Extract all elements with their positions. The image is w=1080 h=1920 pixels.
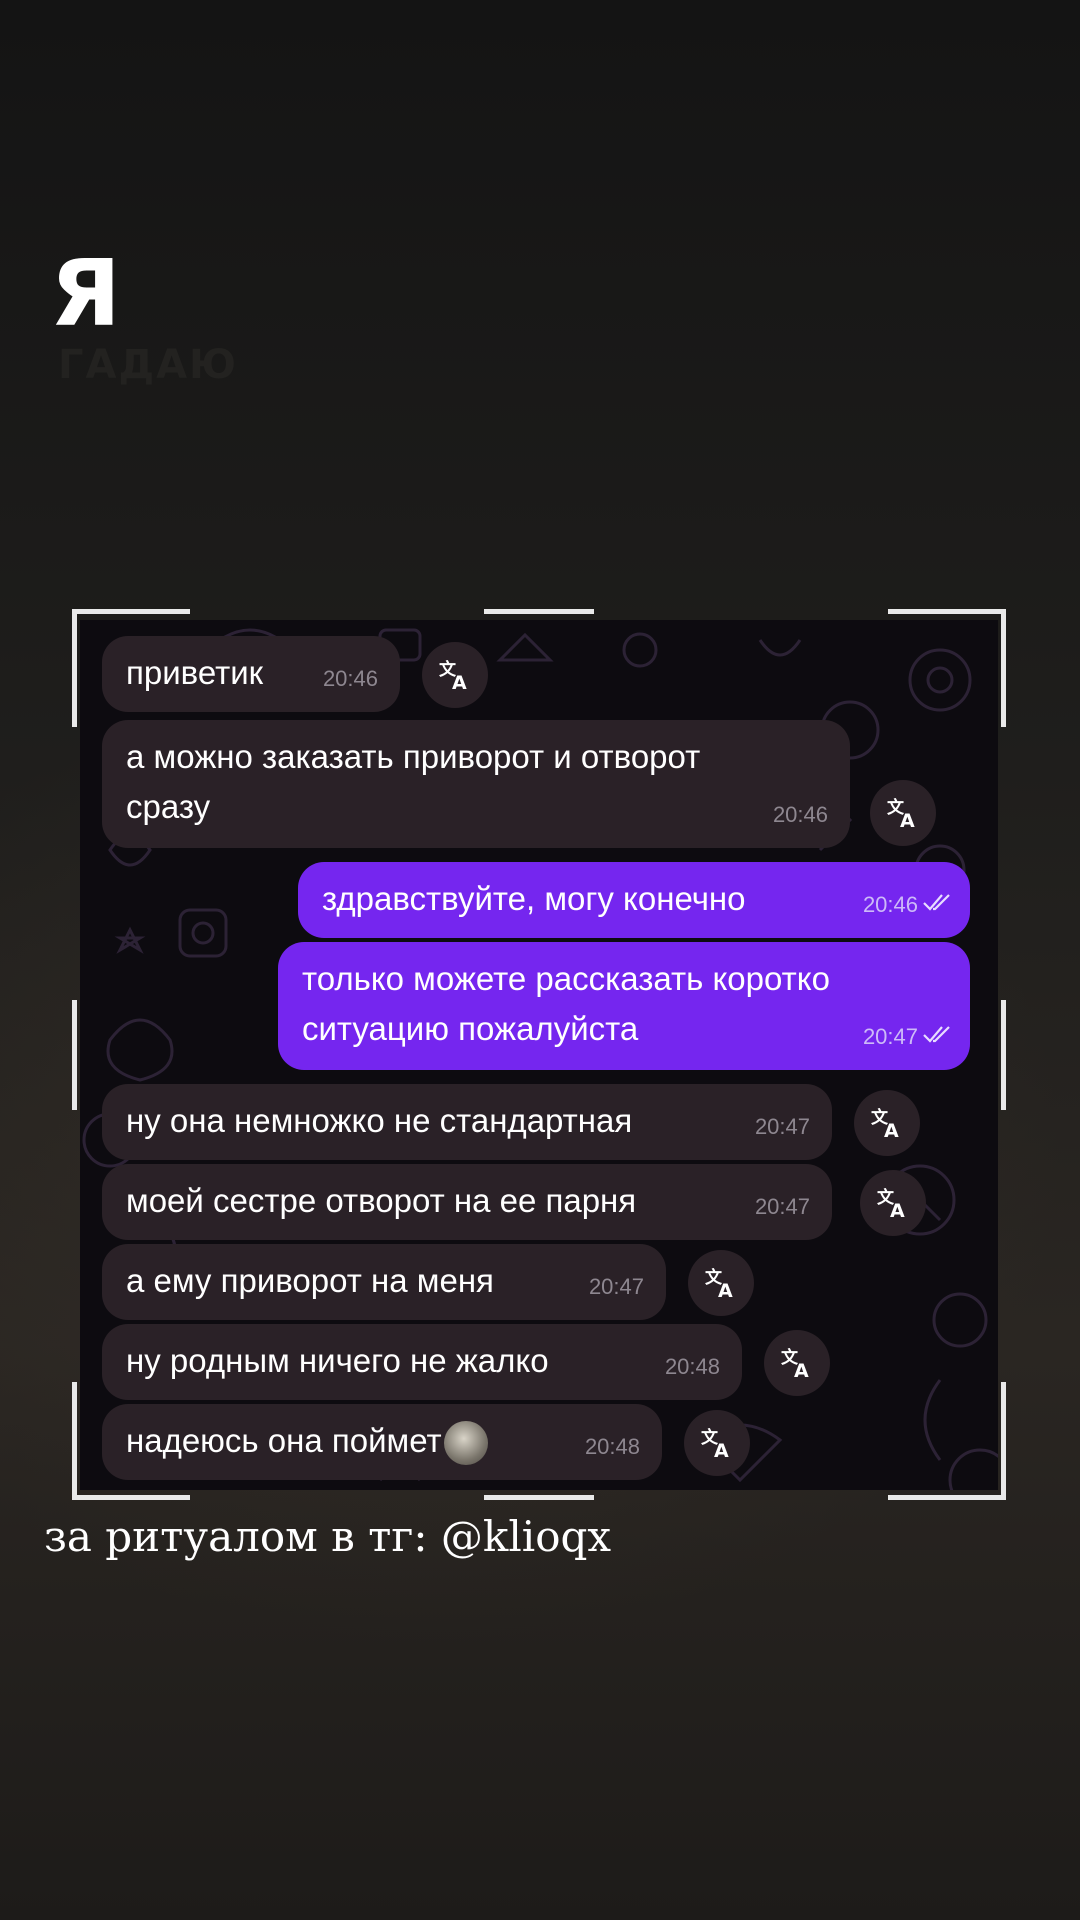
svg-text:A: A	[714, 1440, 729, 1460]
svg-text:A: A	[900, 810, 915, 830]
message-text: ну родным ничего не жалко	[126, 1342, 549, 1379]
frame-corner-tr-v	[1001, 609, 1006, 727]
caption-text: за ритуалом в тг: @klioqx	[44, 1512, 612, 1561]
sticker-emoji-icon	[443, 1421, 488, 1466]
svg-text:A: A	[718, 1280, 733, 1300]
translate-icon: 文A	[438, 658, 472, 692]
message-time: 20:46	[862, 892, 918, 917]
frame-mid-right	[1001, 1000, 1006, 1110]
translate-button[interactable]: 文A	[870, 780, 936, 846]
svg-text:A: A	[452, 672, 467, 692]
translate-button[interactable]: 文A	[688, 1250, 754, 1316]
frame-mid-bottom	[484, 1495, 594, 1500]
message-text: надеюсь она поймет	[126, 1416, 638, 1466]
svg-text:A: A	[890, 1200, 905, 1220]
svg-text:A: A	[884, 1120, 899, 1140]
translate-button[interactable]: 文A	[854, 1090, 920, 1156]
frame-corner-tl-v	[72, 609, 77, 727]
frame-mid-top	[484, 609, 594, 614]
incoming-message-bubble[interactable]: приветик 20:46	[102, 636, 400, 712]
message-text: моей сестре отворот на ее парня	[126, 1182, 637, 1219]
outgoing-message-bubble[interactable]: здравствуйте, могу конечно 20:46	[298, 862, 970, 938]
message-time: 20:47	[588, 1274, 644, 1299]
message-time: 20:47	[754, 1194, 810, 1219]
frame-corner-bl-h	[72, 1495, 190, 1500]
message-time: 20:46	[772, 802, 828, 827]
translate-button[interactable]: 文A	[860, 1170, 926, 1236]
outgoing-message-bubble[interactable]: только можете рассказать коротко ситуацию…	[278, 942, 970, 1070]
double-check-icon	[922, 876, 954, 926]
message-text: сразу	[126, 788, 211, 825]
incoming-message-bubble[interactable]: а ему приворот на меня 20:47	[102, 1244, 666, 1320]
message-text: а ему приворот на меня	[126, 1262, 494, 1299]
translate-icon: 文A	[886, 796, 920, 830]
title-letter: Я	[50, 240, 121, 347]
double-check-icon	[922, 1008, 954, 1058]
incoming-message-bubble[interactable]: ну родным ничего не жалко 20:48	[102, 1324, 742, 1400]
chat-screenshot: приветик 20:46 文 A а можно заказать приворот…	[80, 620, 998, 1490]
incoming-message-bubble[interactable]: а можно заказать приворот и отворот сразу…	[102, 720, 850, 848]
message-text: ситуацию пожалуйста	[302, 1010, 639, 1047]
message-text: здравствуйте, могу конечно	[322, 880, 746, 917]
message-text: только можете рассказать коротко	[302, 960, 830, 997]
frame-corner-tl-h	[72, 609, 190, 614]
incoming-message-bubble[interactable]: моей сестре отворот на ее парня 20:47	[102, 1164, 832, 1240]
message-time: 20:47	[754, 1114, 810, 1139]
translate-icon: 文A	[876, 1186, 910, 1220]
frame-corner-bl-v	[72, 1382, 77, 1500]
incoming-message-bubble[interactable]: надеюсь она поймет 20:48	[102, 1404, 662, 1480]
frame-mid-left	[72, 1000, 77, 1110]
translate-icon: 文A	[870, 1106, 904, 1140]
svg-text:A: A	[794, 1360, 809, 1380]
message-time: 20:46	[322, 666, 378, 691]
frame-corner-tr-h	[888, 609, 1006, 614]
message-text: а можно заказать приворот и отворот	[126, 738, 701, 775]
translate-icon: 文A	[704, 1266, 738, 1300]
title-ghost-text: ГАДАЮ	[58, 342, 238, 388]
translate-button[interactable]: 文A	[422, 642, 488, 708]
incoming-message-bubble[interactable]: ну она немножко не стандартная 20:47	[102, 1084, 832, 1160]
message-text: ну она немножко не стандартная	[126, 1102, 633, 1139]
message-time: 20:47	[862, 1024, 918, 1049]
translate-button[interactable]: 文A	[764, 1330, 830, 1396]
translate-button[interactable]: 文A	[684, 1410, 750, 1476]
translate-icon: 文A	[700, 1426, 734, 1460]
frame-corner-br-h	[888, 1495, 1006, 1500]
translate-icon: 文A	[780, 1346, 814, 1380]
message-time: 20:48	[664, 1354, 720, 1379]
message-time: 20:48	[584, 1434, 640, 1459]
frame-corner-br-v	[1001, 1382, 1006, 1500]
